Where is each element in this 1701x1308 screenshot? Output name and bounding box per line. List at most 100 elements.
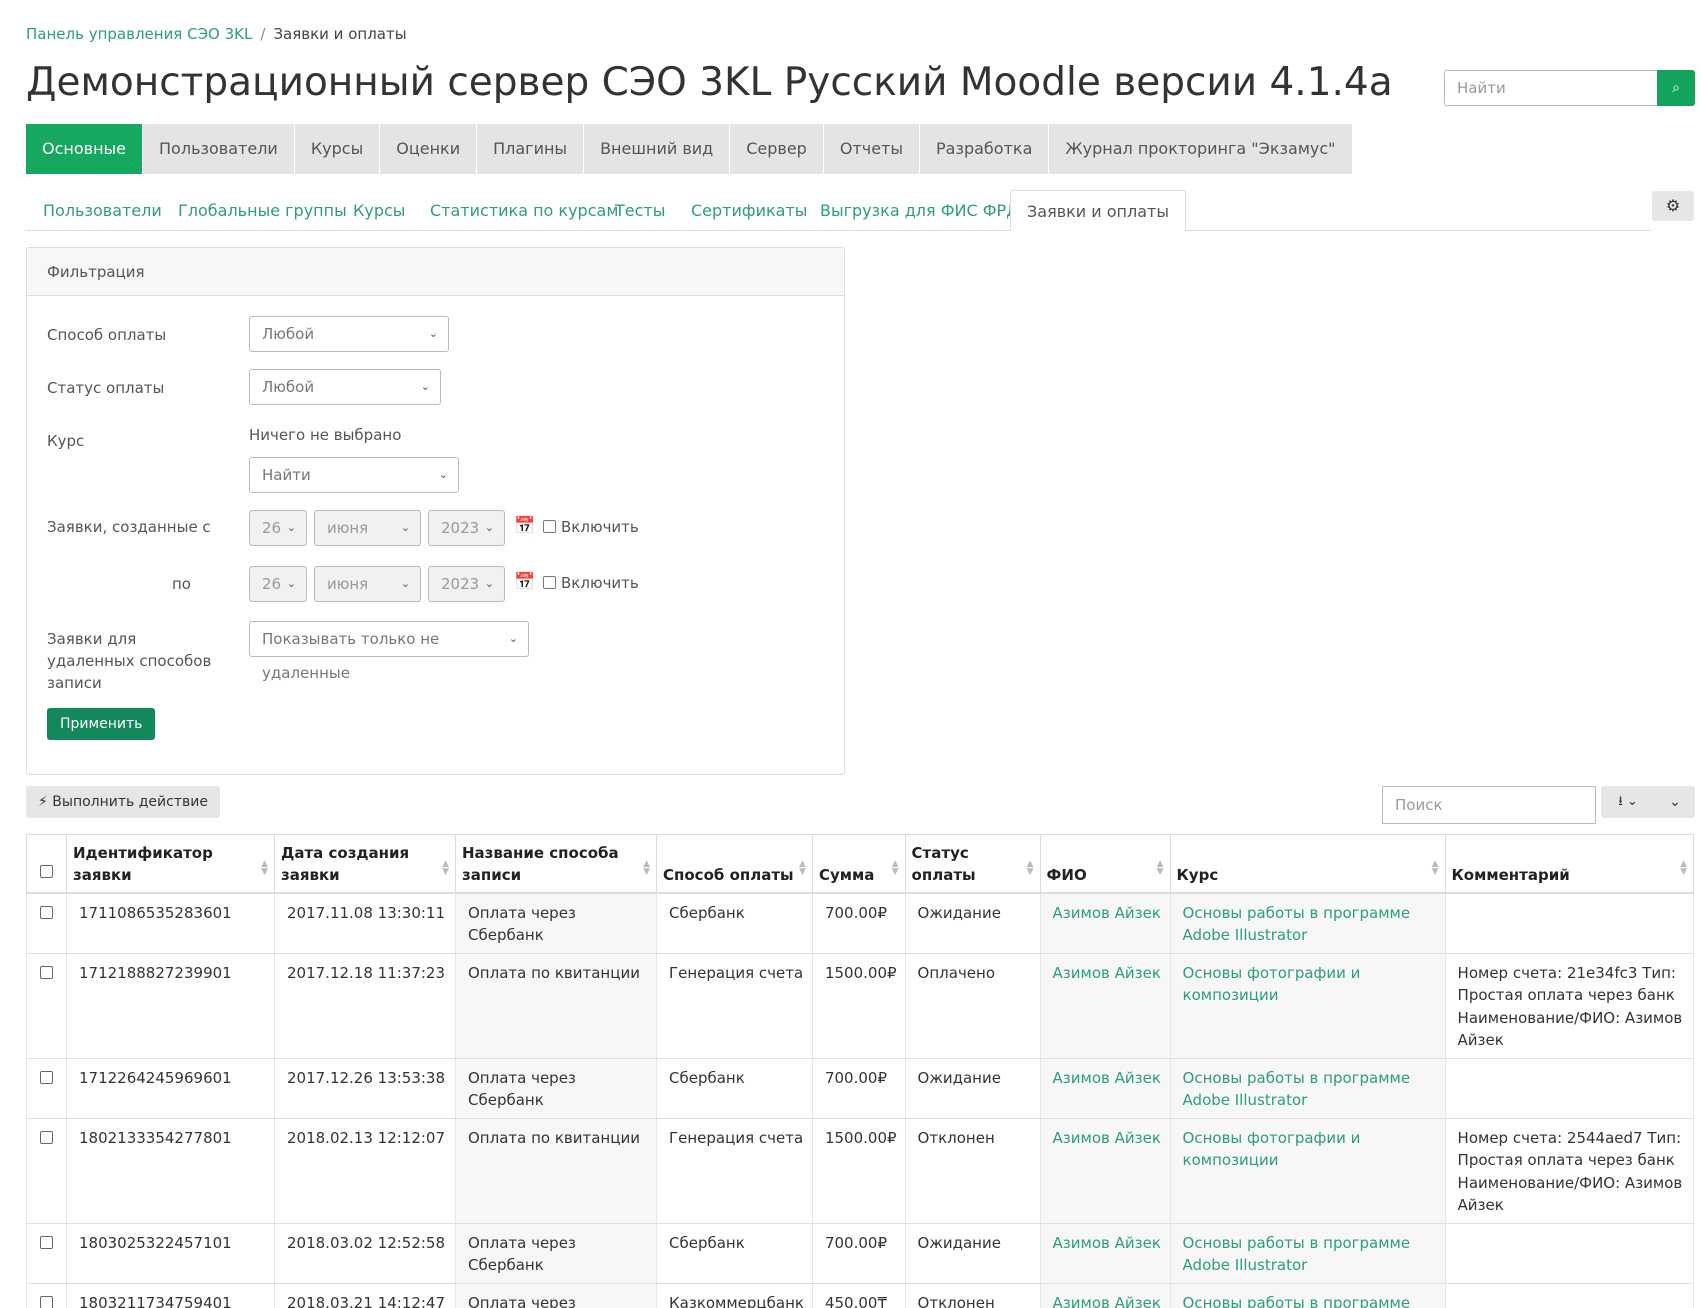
payment-status-select[interactable]: Любой ⌄ xyxy=(249,369,441,405)
fio-link[interactable]: Азимов Айзек xyxy=(1053,1234,1161,1252)
fio-link[interactable]: Азимов Айзек xyxy=(1053,1129,1161,1147)
main-nav-item-courses[interactable]: Курсы xyxy=(295,124,381,174)
main-nav-item-server[interactable]: Сервер xyxy=(730,124,824,174)
col-sum[interactable]: Сумма ▲ ▼ xyxy=(811,834,906,894)
main-nav-item-reports[interactable]: Отчеты xyxy=(824,124,920,174)
to-month-select[interactable]: июня ⌄ xyxy=(314,566,421,602)
row-checkbox[interactable] xyxy=(40,1295,53,1308)
col-payment-method[interactable]: Способ оплаты ▲ ▼ xyxy=(656,834,813,894)
course-link[interactable]: Основы фотографии и композиции xyxy=(1183,964,1361,1005)
payment-status-cell: Оплачено xyxy=(904,953,1041,1059)
sub-tab-users[interactable]: Пользователи xyxy=(43,190,162,231)
enrol-name-cell: Оплата через Сбербанк xyxy=(455,1058,657,1119)
chevron-down-icon: ⌄ xyxy=(508,632,518,645)
table-row: 1711086535283601 2017.11.08 13:30:11 Опл… xyxy=(26,892,1695,954)
course-cell: Основы работы в программе Adobe Illustra… xyxy=(1169,1283,1446,1308)
col-order-id[interactable]: Идентификатор заявки ▲ ▼ xyxy=(66,834,275,894)
columns-toggle-button[interactable]: ⌄ xyxy=(1655,786,1695,818)
payment-method-cell: Генерация счета xyxy=(656,1118,813,1224)
col-enrol-name-label: Название способа записи xyxy=(462,843,619,884)
from-enable-checkbox[interactable]: Включить xyxy=(543,518,639,536)
to-year-select[interactable]: 2023 ⌄ xyxy=(428,566,505,602)
sub-tab-orders-payments[interactable]: Заявки и оплаты xyxy=(1010,190,1186,231)
fio-link[interactable]: Азимов Айзек xyxy=(1053,964,1161,982)
settings-button[interactable]: ⚙ xyxy=(1652,191,1694,221)
order-id-cell: 1802133354277801 xyxy=(66,1118,275,1224)
sub-tab-course-stats[interactable]: Статистика по курсам xyxy=(430,190,618,231)
main-nav-item-appearance[interactable]: Внешний вид xyxy=(584,124,731,174)
page-title: Демонстрационный сервер СЭО 3KL Русский … xyxy=(26,60,1393,105)
chevron-down-icon: ⌄ xyxy=(286,577,296,590)
from-day-value: 26 xyxy=(262,519,282,537)
payment-method-cell: Казкоммерцбанк xyxy=(656,1283,813,1308)
sort-icon: ▲ ▼ xyxy=(261,858,268,877)
to-day-select[interactable]: 26 ⌄ xyxy=(249,566,307,602)
checkbox-box[interactable] xyxy=(543,576,556,589)
download-button[interactable]: ⭳ ⌄ xyxy=(1601,786,1655,818)
course-link[interactable]: Основы работы в программе Adobe Illustra… xyxy=(1183,1294,1411,1308)
row-checkbox[interactable] xyxy=(40,1130,53,1144)
payment-method-select[interactable]: Любой ⌄ xyxy=(249,316,449,352)
comment-cell: Номер счета: 21e34fc3 Тип: Простая оплат… xyxy=(1444,953,1695,1059)
calendar-icon[interactable]: 📅 xyxy=(514,516,535,536)
course-link[interactable]: Основы фотографии и композиции xyxy=(1183,1129,1361,1170)
main-nav-item-proctoring[interactable]: Журнал прокторинга "Экзамус" xyxy=(1049,124,1353,174)
main-nav-item-development[interactable]: Разработка xyxy=(920,124,1050,174)
table-search-input[interactable]: Поиск xyxy=(1382,786,1596,824)
main-nav-item-grades[interactable]: Оценки xyxy=(380,124,478,174)
select-all-header xyxy=(26,834,67,894)
to-enable-checkbox[interactable]: Включить xyxy=(543,574,639,592)
main-nav-item-users[interactable]: Пользователи xyxy=(143,124,295,174)
order-id-cell: 1712188827239901 xyxy=(66,953,275,1059)
sub-tab-courses[interactable]: Курсы xyxy=(353,190,405,231)
col-course[interactable]: Курс ▲ ▼ xyxy=(1169,834,1446,894)
sum-cell: 450.00₸ xyxy=(811,1283,906,1308)
row-select-cell xyxy=(26,1118,67,1224)
from-year-select[interactable]: 2023 ⌄ xyxy=(428,510,505,546)
breadcrumb-root-link[interactable]: Панель управления СЭО 3KL xyxy=(26,25,252,43)
select-all-checkbox[interactable] xyxy=(40,864,53,878)
sub-tab-tests[interactable]: Тесты xyxy=(615,190,665,231)
fio-link[interactable]: Азимов Айзек xyxy=(1053,1069,1161,1087)
from-day-select[interactable]: 26 ⌄ xyxy=(249,510,307,546)
row-checkbox[interactable] xyxy=(40,1070,53,1084)
table-header-row: Идентификатор заявки ▲ ▼ Дата создания зая… xyxy=(26,834,1695,894)
from-month-select[interactable]: июня ⌄ xyxy=(314,510,421,546)
row-checkbox[interactable] xyxy=(40,1235,53,1249)
col-payment-status[interactable]: Статус оплаты ▲ ▼ xyxy=(904,834,1041,894)
row-select-cell xyxy=(26,1058,67,1119)
checkbox-box[interactable] xyxy=(543,520,556,533)
main-nav-item-general[interactable]: Основные xyxy=(26,124,144,174)
payment-method-cell: Сбербанк xyxy=(656,1058,813,1119)
perform-action-button[interactable]: ⚡ Выполнить действие xyxy=(26,786,220,818)
col-enrol-name[interactable]: Название способа записи ▲ ▼ xyxy=(455,834,657,894)
deleted-methods-select[interactable]: Показывать только не удаленные ⌄ xyxy=(249,621,529,682)
course-search-select[interactable]: Найти ⌄ xyxy=(249,457,459,493)
col-fio[interactable]: ФИО ▲ ▼ xyxy=(1039,834,1171,894)
course-search-placeholder: Найти xyxy=(262,466,311,484)
sub-tab-certificates[interactable]: Сертификаты xyxy=(691,190,807,231)
sub-tab-fis-frdo[interactable]: Выгрузка для ФИС ФРДО xyxy=(820,190,1031,231)
course-link[interactable]: Основы работы в программе Adobe Illustra… xyxy=(1183,1234,1411,1275)
payment-method-cell: Сбербанк xyxy=(656,1223,813,1284)
fio-link[interactable]: Азимов Айзек xyxy=(1053,1294,1161,1308)
fio-cell: Азимов Айзек xyxy=(1039,1283,1171,1308)
breadcrumb: Панель управления СЭО 3KL / Заявки и оплат… xyxy=(26,25,407,43)
apply-button[interactable]: Применить xyxy=(47,708,156,740)
main-nav: Основные Пользователи Курсы Оценки Плаги… xyxy=(26,124,1353,174)
row-checkbox[interactable] xyxy=(40,905,53,919)
payment-status-cell: Ожидание xyxy=(904,892,1041,954)
main-nav-item-plugins[interactable]: Плагины xyxy=(477,124,585,174)
top-search-button[interactable]: ⌕ xyxy=(1657,70,1695,106)
sort-icon: ▲ ▼ xyxy=(1680,858,1687,877)
sub-tab-global-groups[interactable]: Глобальные группы xyxy=(178,190,347,231)
course-link[interactable]: Основы работы в программе Adobe Illustra… xyxy=(1183,904,1411,945)
col-created-date[interactable]: Дата создания заявки ▲ ▼ xyxy=(274,834,456,894)
col-comment[interactable]: Комментарий ▲ ▼ xyxy=(1444,834,1695,894)
to-year-value: 2023 xyxy=(441,575,480,593)
created-date-cell: 2017.12.18 11:37:23 xyxy=(274,953,456,1059)
course-link[interactable]: Основы работы в программе Adobe Illustra… xyxy=(1183,1069,1411,1110)
row-checkbox[interactable] xyxy=(40,965,53,979)
fio-link[interactable]: Азимов Айзек xyxy=(1053,904,1161,922)
calendar-icon[interactable]: 📅 xyxy=(514,572,535,592)
